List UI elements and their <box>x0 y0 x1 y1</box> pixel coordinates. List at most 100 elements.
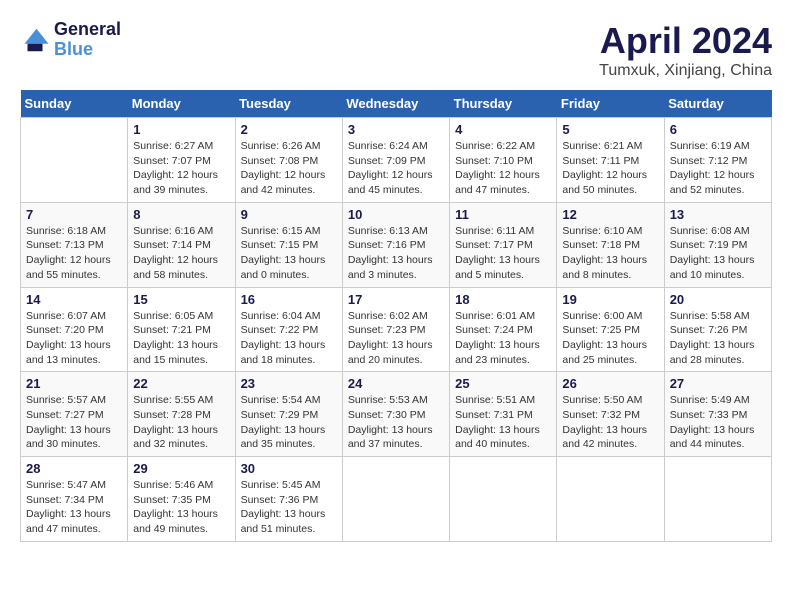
day-info: Sunrise: 6:15 AMSunset: 7:15 PMDaylight:… <box>241 224 337 283</box>
day-info: Sunrise: 6:26 AMSunset: 7:08 PMDaylight:… <box>241 139 337 198</box>
day-info: Sunrise: 6:08 AMSunset: 7:19 PMDaylight:… <box>670 224 766 283</box>
day-info: Sunrise: 6:02 AMSunset: 7:23 PMDaylight:… <box>348 309 444 368</box>
day-info: Sunrise: 5:49 AMSunset: 7:33 PMDaylight:… <box>670 393 766 452</box>
calendar-cell: 18Sunrise: 6:01 AMSunset: 7:24 PMDayligh… <box>450 287 557 372</box>
day-info: Sunrise: 5:46 AMSunset: 7:35 PMDaylight:… <box>133 478 229 537</box>
day-number: 12 <box>562 207 658 222</box>
weekday-header-tuesday: Tuesday <box>235 90 342 118</box>
calendar-cell: 5 Sunrise: 6:21 AMSunset: 7:11 PMDaylight… <box>557 118 664 203</box>
weekday-header-monday: Monday <box>128 90 235 118</box>
day-number: 14 <box>26 292 122 307</box>
day-number: 4 <box>455 122 551 137</box>
day-info: Sunrise: 6:07 AMSunset: 7:20 PMDaylight:… <box>26 309 122 368</box>
calendar-cell: 30 Sunrise: 5:45 AMSunset: 7:36 PMDayligh… <box>235 457 342 542</box>
logo: General Blue <box>20 20 121 60</box>
day-info: Sunrise: 5:54 AMSunset: 7:29 PMDaylight:… <box>241 393 337 452</box>
logo-line2: Blue <box>54 40 121 60</box>
day-info: Sunrise: 6:18 AMSunset: 7:13 PMDaylight:… <box>26 224 122 283</box>
calendar-week-1: 1 Sunrise: 6:27 AMSunset: 7:07 PMDaylight… <box>21 118 772 203</box>
day-info: Sunrise: 6:11 AMSunset: 7:17 PMDaylight:… <box>455 224 551 283</box>
calendar-cell: 20 Sunrise: 5:58 AMSunset: 7:26 PMDayligh… <box>664 287 771 372</box>
day-info: Sunrise: 6:24 AMSunset: 7:09 PMDaylight:… <box>348 139 444 198</box>
day-info: Sunrise: 6:10 AMSunset: 7:18 PMDaylight:… <box>562 224 658 283</box>
day-number: 13 <box>670 207 766 222</box>
calendar-cell: 22Sunrise: 5:55 AMSunset: 7:28 PMDayligh… <box>128 372 235 457</box>
calendar-cell: 14 Sunrise: 6:07 AMSunset: 7:20 PMDayligh… <box>21 287 128 372</box>
calendar-week-2: 7 Sunrise: 6:18 AMSunset: 7:13 PMDaylight… <box>21 202 772 287</box>
day-number: 22 <box>133 376 229 391</box>
day-info: Sunrise: 5:53 AMSunset: 7:30 PMDaylight:… <box>348 393 444 452</box>
calendar-cell: 15Sunrise: 6:05 AMSunset: 7:21 PMDayligh… <box>128 287 235 372</box>
day-number: 20 <box>670 292 766 307</box>
day-number: 10 <box>348 207 444 222</box>
calendar-title: April 2024 <box>599 20 772 62</box>
day-number: 19 <box>562 292 658 307</box>
day-info: Sunrise: 5:45 AMSunset: 7:36 PMDaylight:… <box>241 478 337 537</box>
calendar-cell: 23 Sunrise: 5:54 AMSunset: 7:29 PMDayligh… <box>235 372 342 457</box>
day-info: Sunrise: 5:58 AMSunset: 7:26 PMDaylight:… <box>670 309 766 368</box>
calendar-cell: 8 Sunrise: 6:16 AMSunset: 7:14 PMDaylight… <box>128 202 235 287</box>
calendar-week-4: 21 Sunrise: 5:57 AMSunset: 7:27 PMDayligh… <box>21 372 772 457</box>
day-info: Sunrise: 6:04 AMSunset: 7:22 PMDaylight:… <box>241 309 337 368</box>
day-number: 16 <box>241 292 337 307</box>
day-number: 6 <box>670 122 766 137</box>
day-info: Sunrise: 6:00 AMSunset: 7:25 PMDaylight:… <box>562 309 658 368</box>
calendar-cell <box>450 457 557 542</box>
calendar-cell: 16 Sunrise: 6:04 AMSunset: 7:22 PMDayligh… <box>235 287 342 372</box>
day-number: 26 <box>562 376 658 391</box>
day-info: Sunrise: 6:27 AMSunset: 7:07 PMDaylight:… <box>133 139 229 198</box>
day-number: 29 <box>133 461 229 476</box>
day-info: Sunrise: 6:13 AMSunset: 7:16 PMDaylight:… <box>348 224 444 283</box>
calendar-table: SundayMondayTuesdayWednesdayThursdayFrid… <box>20 90 772 542</box>
weekday-header-friday: Friday <box>557 90 664 118</box>
page-header: General Blue April 2024 Tumxuk, Xinjiang… <box>20 20 772 80</box>
calendar-cell: 3 Sunrise: 6:24 AMSunset: 7:09 PMDaylight… <box>342 118 449 203</box>
calendar-cell: 9Sunrise: 6:15 AMSunset: 7:15 PMDaylight… <box>235 202 342 287</box>
day-info: Sunrise: 6:16 AMSunset: 7:14 PMDaylight:… <box>133 224 229 283</box>
day-number: 27 <box>670 376 766 391</box>
day-info: Sunrise: 6:19 AMSunset: 7:12 PMDaylight:… <box>670 139 766 198</box>
calendar-cell: 26Sunrise: 5:50 AMSunset: 7:32 PMDayligh… <box>557 372 664 457</box>
day-number: 8 <box>133 207 229 222</box>
calendar-cell <box>21 118 128 203</box>
logo-icon <box>20 25 50 55</box>
day-number: 2 <box>241 122 337 137</box>
day-number: 21 <box>26 376 122 391</box>
calendar-cell: 28Sunrise: 5:47 AMSunset: 7:34 PMDayligh… <box>21 457 128 542</box>
calendar-cell <box>557 457 664 542</box>
day-number: 23 <box>241 376 337 391</box>
calendar-cell: 29 Sunrise: 5:46 AMSunset: 7:35 PMDayligh… <box>128 457 235 542</box>
logo-line1: General <box>54 20 121 40</box>
day-info: Sunrise: 5:57 AMSunset: 7:27 PMDaylight:… <box>26 393 122 452</box>
day-number: 24 <box>348 376 444 391</box>
calendar-cell: 2 Sunrise: 6:26 AMSunset: 7:08 PMDaylight… <box>235 118 342 203</box>
weekday-header-row: SundayMondayTuesdayWednesdayThursdayFrid… <box>21 90 772 118</box>
day-info: Sunrise: 6:21 AMSunset: 7:11 PMDaylight:… <box>562 139 658 198</box>
calendar-cell: 21 Sunrise: 5:57 AMSunset: 7:27 PMDayligh… <box>21 372 128 457</box>
day-number: 17 <box>348 292 444 307</box>
calendar-cell: 4Sunrise: 6:22 AMSunset: 7:10 PMDaylight… <box>450 118 557 203</box>
calendar-cell: 17 Sunrise: 6:02 AMSunset: 7:23 PMDayligh… <box>342 287 449 372</box>
day-number: 18 <box>455 292 551 307</box>
day-info: Sunrise: 5:51 AMSunset: 7:31 PMDaylight:… <box>455 393 551 452</box>
day-number: 3 <box>348 122 444 137</box>
calendar-cell: 25 Sunrise: 5:51 AMSunset: 7:31 PMDayligh… <box>450 372 557 457</box>
calendar-cell: 19 Sunrise: 6:00 AMSunset: 7:25 PMDayligh… <box>557 287 664 372</box>
day-number: 1 <box>133 122 229 137</box>
calendar-header: SundayMondayTuesdayWednesdayThursdayFrid… <box>21 90 772 118</box>
day-number: 30 <box>241 461 337 476</box>
title-block: April 2024 Tumxuk, Xinjiang, China <box>599 20 772 80</box>
day-info: Sunrise: 5:47 AMSunset: 7:34 PMDaylight:… <box>26 478 122 537</box>
day-info: Sunrise: 6:05 AMSunset: 7:21 PMDaylight:… <box>133 309 229 368</box>
calendar-cell: 1 Sunrise: 6:27 AMSunset: 7:07 PMDaylight… <box>128 118 235 203</box>
weekday-header-wednesday: Wednesday <box>342 90 449 118</box>
day-number: 7 <box>26 207 122 222</box>
day-number: 5 <box>562 122 658 137</box>
day-number: 25 <box>455 376 551 391</box>
calendar-cell: 10 Sunrise: 6:13 AMSunset: 7:16 PMDayligh… <box>342 202 449 287</box>
calendar-cell: 7 Sunrise: 6:18 AMSunset: 7:13 PMDaylight… <box>21 202 128 287</box>
calendar-cell <box>342 457 449 542</box>
calendar-cell <box>664 457 771 542</box>
weekday-header-saturday: Saturday <box>664 90 771 118</box>
calendar-cell: 11Sunrise: 6:11 AMSunset: 7:17 PMDayligh… <box>450 202 557 287</box>
